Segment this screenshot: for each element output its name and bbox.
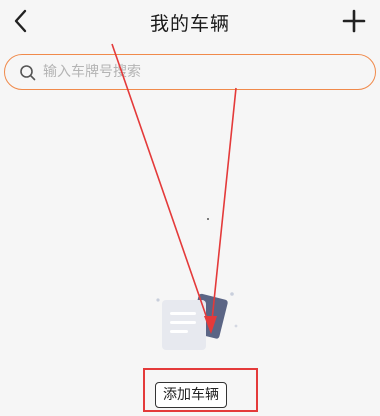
stray-dot	[207, 218, 209, 220]
add-vehicle-plus-button[interactable]	[340, 7, 368, 35]
search-icon	[20, 65, 36, 81]
top-bar: 我的车辆	[0, 0, 380, 44]
my-vehicles-screen: 我的车辆 添加车辆	[0, 0, 380, 416]
search-bar[interactable]	[4, 54, 376, 90]
empty-document-icon	[156, 292, 238, 350]
add-vehicle-button[interactable]: 添加车辆	[155, 382, 227, 408]
page-title: 我的车辆	[149, 13, 230, 35]
search-input[interactable]	[43, 61, 363, 83]
plus-icon	[342, 9, 366, 33]
